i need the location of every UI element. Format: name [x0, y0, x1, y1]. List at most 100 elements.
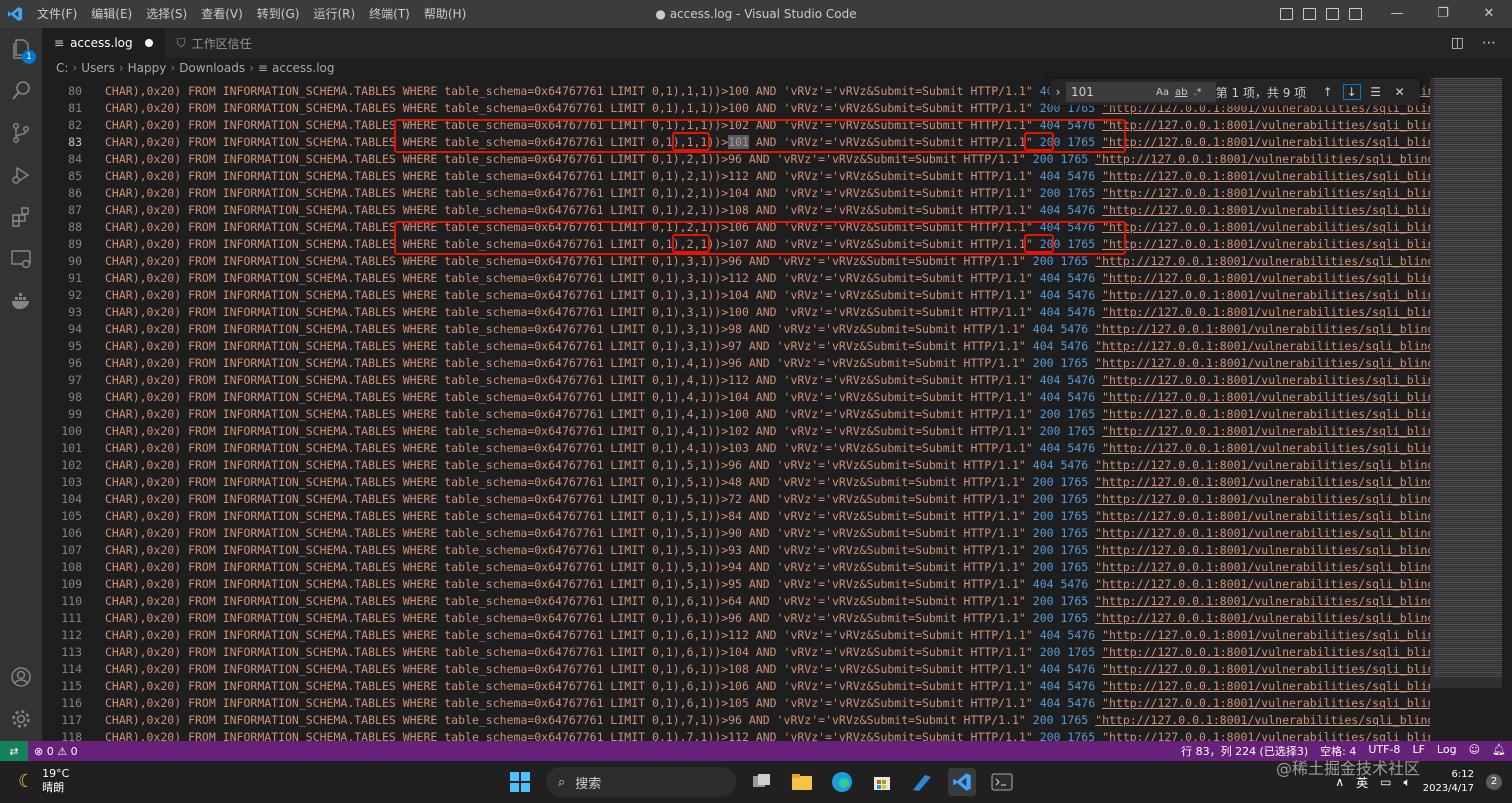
referer-url[interactable]: "http://127.0.0.1:8001/vulnerabilities/s…	[1095, 475, 1430, 489]
notifications-bell-icon[interactable]: 🔔︎	[1486, 743, 1512, 759]
code-line[interactable]: 82 CHAR),0x20) FROM INFORMATION_SCHEMA.TA…	[42, 117, 1430, 134]
previous-match-icon[interactable]: ↑	[1320, 85, 1336, 99]
line-number[interactable]: 102	[42, 457, 82, 474]
code-line[interactable]: 94 CHAR),0x20) FROM INFORMATION_SCHEMA.TA…	[42, 321, 1430, 338]
line-number[interactable]: 113	[42, 644, 82, 661]
tab-access-log[interactable]: ≡ access.log	[42, 28, 165, 58]
unsaved-dot-icon[interactable]	[144, 39, 153, 47]
code-line[interactable]: 107 CHAR),0x20) FROM INFORMATION_SCHEMA.T…	[42, 542, 1430, 559]
code-line[interactable]: 93 CHAR),0x20) FROM INFORMATION_SCHEMA.TA…	[42, 304, 1430, 321]
referer-url[interactable]: "http://127.0.0.1:8001/vulnerabilities/s…	[1102, 271, 1430, 285]
referer-url[interactable]: "http://127.0.0.1:8001/vulnerabilities/s…	[1102, 118, 1430, 132]
run-debug-icon[interactable]	[0, 154, 42, 196]
referer-url[interactable]: "http://127.0.0.1:8001/vulnerabilities/s…	[1102, 441, 1430, 455]
line-number[interactable]: 89	[42, 236, 82, 253]
problems-indicator[interactable]: ⊗ 0 ⚠ 0	[28, 745, 84, 758]
menu-file[interactable]: 文件(F)	[30, 0, 84, 28]
line-number[interactable]: 106	[42, 525, 82, 542]
code-line[interactable]: 103 CHAR),0x20) FROM INFORMATION_SCHEMA.T…	[42, 474, 1430, 491]
line-number[interactable]: 86	[42, 185, 82, 202]
code-line[interactable]: 97 CHAR),0x20) FROM INFORMATION_SCHEMA.TA…	[42, 372, 1430, 389]
line-number[interactable]: 92	[42, 287, 82, 304]
referer-url[interactable]: "http://127.0.0.1:8001/vulnerabilities/s…	[1102, 169, 1430, 183]
next-match-icon[interactable]: ↓	[1342, 84, 1361, 100]
line-number[interactable]: 91	[42, 270, 82, 287]
line-number[interactable]: 116	[42, 695, 82, 712]
referer-url[interactable]: "http://127.0.0.1:8001/vulnerabilities/s…	[1102, 407, 1430, 421]
referer-url[interactable]: "http://127.0.0.1:8001/vulnerabilities/s…	[1102, 424, 1430, 438]
code-line[interactable]: 108 CHAR),0x20) FROM INFORMATION_SCHEMA.T…	[42, 559, 1430, 576]
code-line[interactable]: 90 CHAR),0x20) FROM INFORMATION_SCHEMA.TA…	[42, 253, 1430, 270]
line-number[interactable]: 94	[42, 321, 82, 338]
end-of-line[interactable]: LF	[1406, 743, 1430, 759]
referer-url[interactable]: "http://127.0.0.1:8001/vulnerabilities/s…	[1102, 390, 1430, 404]
referer-url[interactable]: "http://127.0.0.1:8001/vulnerabilities/s…	[1095, 526, 1430, 540]
microsoft-store-icon[interactable]	[868, 768, 896, 796]
line-number[interactable]: 82	[42, 117, 82, 134]
breadcrumb-drive[interactable]: C:	[56, 61, 68, 75]
task-view-icon[interactable]	[748, 768, 776, 796]
taskbar-search[interactable]: ⌕ 搜索	[546, 767, 736, 797]
settings-gear-icon[interactable]	[0, 698, 42, 740]
code-line[interactable]: 104 CHAR),0x20) FROM INFORMATION_SCHEMA.T…	[42, 491, 1430, 508]
line-number[interactable]: 93	[42, 304, 82, 321]
code-line[interactable]: 113 CHAR),0x20) FROM INFORMATION_SCHEMA.T…	[42, 644, 1430, 661]
terminal-icon[interactable]	[988, 768, 1016, 796]
line-number[interactable]: 99	[42, 406, 82, 423]
menu-view[interactable]: 查看(V)	[194, 0, 250, 28]
referer-url[interactable]: "http://127.0.0.1:8001/vulnerabilities/s…	[1095, 577, 1430, 591]
code-line[interactable]: 91 CHAR),0x20) FROM INFORMATION_SCHEMA.TA…	[42, 270, 1430, 287]
breadcrumb-users[interactable]: Users	[81, 61, 115, 75]
close-icon[interactable]: ✕	[1466, 0, 1512, 28]
code-line[interactable]: 100 CHAR),0x20) FROM INFORMATION_SCHEMA.T…	[42, 423, 1430, 440]
code-line[interactable]: 109 CHAR),0x20) FROM INFORMATION_SCHEMA.T…	[42, 576, 1430, 593]
code-line[interactable]: 114 CHAR),0x20) FROM INFORMATION_SCHEMA.T…	[42, 661, 1430, 678]
weather-widget[interactable]: ☾ 19°C 晴朗	[18, 767, 69, 795]
find-in-selection-icon[interactable]: ☰	[1368, 85, 1384, 99]
remote-indicator-icon[interactable]: ⇄	[0, 741, 28, 761]
pen-app-icon[interactable]	[908, 768, 936, 796]
menu-go[interactable]: 转到(G)	[250, 0, 307, 28]
toggle-primary-sidebar-icon[interactable]	[1280, 8, 1293, 20]
line-number[interactable]: 111	[42, 610, 82, 627]
language-mode[interactable]: Log	[1431, 743, 1463, 759]
clock[interactable]: 6:12 2023/4/17	[1423, 768, 1474, 796]
close-find-icon[interactable]: ✕	[1392, 85, 1408, 99]
code-line[interactable]: 95 CHAR),0x20) FROM INFORMATION_SCHEMA.TA…	[42, 338, 1430, 355]
code-line[interactable]: 117 CHAR),0x20) FROM INFORMATION_SCHEMA.T…	[42, 712, 1430, 729]
menu-run[interactable]: 运行(R)	[306, 0, 362, 28]
code-line[interactable]: 98 CHAR),0x20) FROM INFORMATION_SCHEMA.TA…	[42, 389, 1430, 406]
line-number[interactable]: 85	[42, 168, 82, 185]
referer-url[interactable]: "http://127.0.0.1:8001/vulnerabilities/s…	[1102, 645, 1430, 659]
referer-url[interactable]: "http://127.0.0.1:8001/vulnerabilities/s…	[1095, 339, 1430, 353]
line-number[interactable]: 98	[42, 389, 82, 406]
code-line[interactable]: 115 CHAR),0x20) FROM INFORMATION_SCHEMA.T…	[42, 678, 1430, 695]
source-control-icon[interactable]	[0, 112, 42, 154]
code-line[interactable]: 84 CHAR),0x20) FROM INFORMATION_SCHEMA.TA…	[42, 151, 1430, 168]
code-line[interactable]: 87 CHAR),0x20) FROM INFORMATION_SCHEMA.TA…	[42, 202, 1430, 219]
accounts-icon[interactable]	[0, 656, 42, 698]
referer-url[interactable]: "http://127.0.0.1:8001/vulnerabilities/s…	[1102, 679, 1430, 693]
line-number[interactable]: 109	[42, 576, 82, 593]
referer-url[interactable]: "http://127.0.0.1:8001/vulnerabilities/s…	[1102, 662, 1430, 676]
line-number[interactable]: 118	[42, 729, 82, 741]
windows-start-icon[interactable]	[506, 768, 534, 796]
code-line[interactable]: 99 CHAR),0x20) FROM INFORMATION_SCHEMA.TA…	[42, 406, 1430, 423]
file-explorer-icon[interactable]	[788, 768, 816, 796]
referer-url[interactable]: "http://127.0.0.1:8001/vulnerabilities/s…	[1095, 594, 1430, 608]
match-whole-word-toggle[interactable]: ab	[1175, 87, 1187, 98]
referer-url[interactable]: "http://127.0.0.1:8001/vulnerabilities/s…	[1102, 237, 1430, 251]
breadcrumb-happy[interactable]: Happy	[128, 61, 167, 75]
use-regex-toggle[interactable]: .*	[1193, 87, 1201, 98]
code-line[interactable]: 88 CHAR),0x20) FROM INFORMATION_SCHEMA.TA…	[42, 219, 1430, 236]
referer-url[interactable]: "http://127.0.0.1:8001/vulnerabilities/s…	[1102, 730, 1430, 741]
line-number[interactable]: 101	[42, 440, 82, 457]
code-line[interactable]: 83 CHAR),0x20) FROM INFORMATION_SCHEMA.TA…	[42, 134, 1430, 151]
referer-url[interactable]: "http://127.0.0.1:8001/vulnerabilities/s…	[1095, 611, 1430, 625]
line-number[interactable]: 81	[42, 100, 82, 117]
referer-url[interactable]: "http://127.0.0.1:8001/vulnerabilities/s…	[1102, 305, 1430, 319]
line-number[interactable]: 90	[42, 253, 82, 270]
code-line[interactable]: 116 CHAR),0x20) FROM INFORMATION_SCHEMA.T…	[42, 695, 1430, 712]
referer-url[interactable]: "http://127.0.0.1:8001/vulnerabilities/s…	[1102, 696, 1430, 710]
referer-url[interactable]: "http://127.0.0.1:8001/vulnerabilities/s…	[1095, 543, 1430, 557]
